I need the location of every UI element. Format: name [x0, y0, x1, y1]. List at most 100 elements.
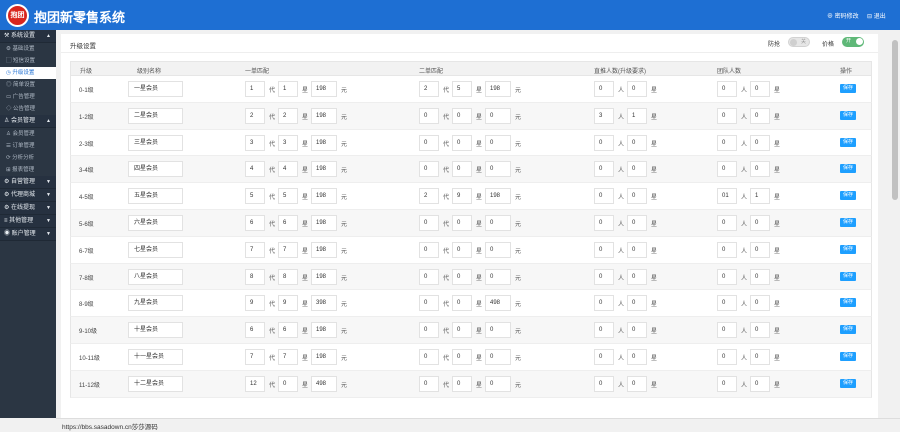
people-input[interactable]: 0 — [717, 81, 737, 97]
amount-input[interactable]: 198 — [311, 134, 337, 151]
star-input[interactable]: 6 — [278, 322, 298, 339]
generation-input[interactable]: 4 — [245, 161, 265, 178]
generation-input[interactable]: 0 — [419, 134, 439, 151]
star-input[interactable]: 0 — [750, 322, 770, 339]
amount-input[interactable]: 0 — [485, 134, 511, 151]
amount-input[interactable]: 0 — [485, 241, 511, 258]
star-input[interactable]: 0 — [627, 134, 647, 151]
save-button[interactable]: 保存 — [840, 298, 856, 308]
sidebar-group[interactable]: ⚙ 代理商城 ▼ — [0, 189, 56, 202]
amount-input[interactable]: 198 — [485, 188, 511, 205]
people-input[interactable]: 0 — [717, 241, 737, 258]
save-button[interactable]: 保存 — [840, 164, 856, 174]
level-name-input[interactable]: 四星会员 — [128, 161, 183, 178]
sidebar-item[interactable]: ♙ 会员管理 — [0, 128, 56, 140]
level-name-input[interactable]: 十一星会员 — [128, 348, 183, 365]
generation-input[interactable]: 6 — [245, 322, 265, 339]
level-name-input[interactable]: 五星会员 — [128, 188, 183, 205]
star-input[interactable]: 0 — [750, 134, 770, 151]
save-button[interactable]: 保存 — [840, 244, 856, 254]
star-input[interactable]: 0 — [750, 161, 770, 178]
people-input[interactable]: 0 — [594, 81, 614, 97]
sidebar-group[interactable]: ♙ 会员管理 ▲ — [0, 115, 56, 128]
amount-input[interactable]: 498 — [311, 375, 337, 392]
sidebar-group[interactable]: ⚙ 自营管理 ▼ — [0, 176, 56, 189]
amount-input[interactable]: 198 — [311, 241, 337, 258]
generation-input[interactable]: 0 — [419, 348, 439, 365]
people-input[interactable]: 0 — [594, 188, 614, 205]
star-input[interactable]: 0 — [627, 268, 647, 285]
scrollbar-thumb[interactable] — [892, 40, 898, 200]
sidebar-group[interactable]: ⚙ 在线提现 ▼ — [0, 202, 56, 215]
star-input[interactable]: 1 — [627, 107, 647, 124]
generation-input[interactable]: 2 — [419, 81, 439, 97]
generation-input[interactable]: 0 — [419, 107, 439, 124]
star-input[interactable]: 0 — [750, 241, 770, 258]
people-input[interactable]: 0 — [717, 268, 737, 285]
amount-input[interactable]: 198 — [311, 322, 337, 339]
star-input[interactable]: 0 — [627, 322, 647, 339]
amount-input[interactable]: 198 — [311, 107, 337, 124]
sidebar-item[interactable]: ⟳ 分析分析 — [0, 152, 56, 164]
sidebar-item[interactable]: ◷ 升级设置 — [0, 67, 56, 79]
people-input[interactable]: 0 — [717, 295, 737, 312]
save-button[interactable]: 保存 — [840, 351, 856, 361]
people-input[interactable]: 0 — [594, 214, 614, 231]
sidebar-group[interactable]: ◉ 账户管理 ▼ — [0, 228, 56, 241]
star-input[interactable]: 0 — [750, 107, 770, 124]
star-input[interactable]: 7 — [278, 348, 298, 365]
star-input[interactable]: 0 — [278, 375, 298, 392]
save-button[interactable]: 保存 — [840, 137, 856, 147]
sidebar-group[interactable]: ⚒ 系统设置 ▲ — [0, 30, 56, 43]
star-input[interactable]: 0 — [452, 375, 472, 392]
amount-input[interactable]: 0 — [485, 268, 511, 285]
amount-input[interactable]: 0 — [485, 107, 511, 124]
generation-input[interactable]: 1 — [245, 81, 265, 97]
amount-input[interactable]: 0 — [485, 322, 511, 339]
star-input[interactable]: 0 — [452, 107, 472, 124]
sidebar-item[interactable]: ◎ 简单设置 — [0, 79, 56, 91]
generation-input[interactable]: 9 — [245, 295, 265, 312]
save-button[interactable]: 保存 — [840, 84, 856, 93]
sidebar-item[interactable]: ☰ 订单管理 — [0, 140, 56, 152]
star-input[interactable]: 0 — [627, 188, 647, 205]
level-name-input[interactable]: 十星会员 — [128, 322, 183, 339]
star-input[interactable]: 0 — [452, 322, 472, 339]
generation-input[interactable]: 0 — [419, 161, 439, 178]
amount-input[interactable]: 198 — [311, 214, 337, 231]
sidebar-item[interactable]: ▭ 广告管理 — [0, 91, 56, 103]
star-input[interactable]: 1 — [278, 81, 298, 97]
level-name-input[interactable]: 十二星会员 — [128, 375, 183, 392]
people-input[interactable]: 0 — [594, 375, 614, 392]
level-name-input[interactable]: 二星会员 — [128, 107, 183, 124]
people-input[interactable]: 0 — [594, 134, 614, 151]
star-input[interactable]: 0 — [627, 348, 647, 365]
generation-input[interactable]: 0 — [419, 241, 439, 258]
people-input[interactable]: 0 — [717, 375, 737, 392]
amount-input[interactable]: 198 — [311, 268, 337, 285]
star-input[interactable]: 0 — [452, 134, 472, 151]
amount-input[interactable]: 198 — [311, 188, 337, 205]
star-input[interactable]: 0 — [750, 214, 770, 231]
page-scrollbar[interactable] — [890, 30, 900, 418]
people-input[interactable]: 0 — [717, 214, 737, 231]
star-input[interactable]: 0 — [452, 161, 472, 178]
generation-input[interactable]: 7 — [245, 241, 265, 258]
logout-link[interactable]: ⊟ 退出 — [867, 11, 886, 20]
star-input[interactable]: 2 — [278, 107, 298, 124]
amount-input[interactable]: 498 — [485, 295, 511, 312]
sidebar-group[interactable]: ≡ 其他管理 ▼ — [0, 215, 56, 228]
level-name-input[interactable]: 六星会员 — [128, 214, 183, 231]
level-name-input[interactable]: 八星会员 — [128, 268, 183, 285]
star-input[interactable]: 5 — [278, 188, 298, 205]
star-input[interactable]: 0 — [627, 214, 647, 231]
star-input[interactable]: 0 — [750, 295, 770, 312]
star-input[interactable]: 6 — [278, 214, 298, 231]
amount-input[interactable]: 198 — [311, 161, 337, 178]
star-input[interactable]: 0 — [750, 81, 770, 97]
amount-input[interactable]: 198 — [485, 81, 511, 97]
anti-grab-toggle[interactable]: 关 — [788, 37, 810, 47]
save-button[interactable]: 保存 — [840, 191, 856, 201]
generation-input[interactable]: 0 — [419, 322, 439, 339]
people-input[interactable]: 0 — [717, 134, 737, 151]
